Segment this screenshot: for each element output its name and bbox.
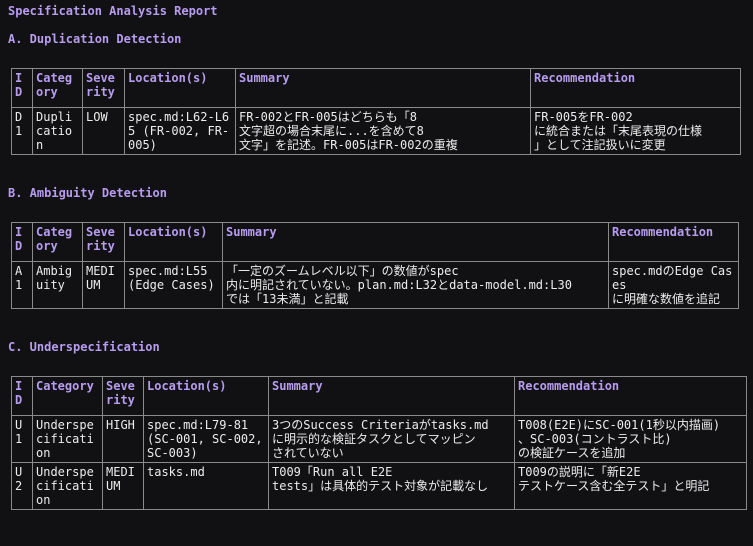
cell-location: spec.md:L79-81 (SC-001, SC-002, SC-003) — [143, 415, 269, 463]
section-title-underspecification: C. Underspecification — [8, 340, 160, 354]
header-locations: Location(s) — [124, 68, 236, 108]
ambiguity-table: ID Category Severity Location(s) Summary… — [11, 222, 739, 309]
report-title: Specification Analysis Report — [8, 4, 218, 18]
header-summary: Summary — [235, 68, 531, 108]
header-recommendation: Recommendation — [514, 376, 747, 416]
cell-location: spec.md:L55 (Edge Cases) — [124, 261, 223, 309]
cell-severity: MEDIUM — [102, 462, 144, 510]
header-summary: Summary — [222, 222, 609, 262]
cell-recommendation: T008(E2E)にSC-001(1秒以内描画) 、SC-003(コントラスト比… — [514, 415, 747, 463]
table-header-row: ID Category Severity Location(s) Summary… — [11, 68, 741, 108]
header-category: Category — [32, 68, 83, 108]
cell-severity: HIGH — [102, 415, 144, 463]
cell-severity: MEDIUM — [82, 261, 125, 309]
table-header-row: ID Category Severity Location(s) Summary… — [11, 222, 739, 262]
cell-category: Underspecification — [32, 462, 103, 510]
cell-severity: LOW — [82, 107, 125, 155]
header-recommendation: Recommendation — [530, 68, 741, 108]
cell-category: Ambiguity — [32, 261, 83, 309]
cell-summary: T009「Run all E2E tests」は具体的テスト対象が記載なし — [268, 462, 515, 510]
header-id: ID — [11, 222, 33, 262]
cell-recommendation: FR-005をFR-002 に統合または「末尾表現の仕様 」として注記扱いに変更 — [530, 107, 741, 155]
cell-summary: 「一定のズームレベル以下」の数値がspec 内に明記されていない。plan.md… — [222, 261, 609, 309]
table-header-row: ID Category Severity Location(s) Summary… — [11, 376, 747, 416]
cell-summary: FR-002とFR-005はどちらも「8 文字超の場合末尾に...を含めて8 文… — [235, 107, 531, 155]
cell-id: D1 — [11, 107, 33, 155]
cell-summary: 3つのSuccess Criteriaがtasks.md に明示的な検証タスクと… — [268, 415, 515, 463]
duplication-table: ID Category Severity Location(s) Summary… — [11, 68, 741, 155]
cell-location: spec.md:L62-L65 (FR-002, FR-005) — [124, 107, 236, 155]
cell-location: tasks.md — [143, 462, 269, 510]
header-locations: Location(s) — [143, 376, 269, 416]
header-severity: Severity — [82, 68, 125, 108]
header-severity: Severity — [82, 222, 125, 262]
section-title-ambiguity: B. Ambiguity Detection — [8, 186, 167, 200]
header-recommendation: Recommendation — [608, 222, 739, 262]
header-category: Category — [32, 376, 103, 416]
table-row: D1 Duplication LOW spec.md:L62-L65 (FR-0… — [11, 107, 741, 155]
cell-category: Underspecification — [32, 415, 103, 463]
header-severity: Severity — [102, 376, 144, 416]
header-locations: Location(s) — [124, 222, 223, 262]
table-row: U1 Underspecification HIGH spec.md:L79-8… — [11, 415, 747, 463]
header-id: ID — [11, 68, 33, 108]
header-summary: Summary — [268, 376, 515, 416]
table-row: A1 Ambiguity MEDIUM spec.md:L55 (Edge Ca… — [11, 261, 739, 309]
underspecification-table: ID Category Severity Location(s) Summary… — [11, 376, 747, 510]
section-title-duplication: A. Duplication Detection — [8, 32, 182, 46]
cell-category: Duplication — [32, 107, 83, 155]
cell-id: A1 — [11, 261, 33, 309]
header-category: Category — [32, 222, 83, 262]
cell-recommendation: spec.mdのEdge Cases に明確な数値を追記 — [608, 261, 739, 309]
header-id: ID — [11, 376, 33, 416]
cell-id: U2 — [11, 462, 33, 510]
cell-recommendation: T009の説明に「新E2E テストケース含む全テスト」と明記 — [514, 462, 747, 510]
table-row: U2 Underspecification MEDIUM tasks.md T0… — [11, 462, 747, 510]
cell-id: U1 — [11, 415, 33, 463]
